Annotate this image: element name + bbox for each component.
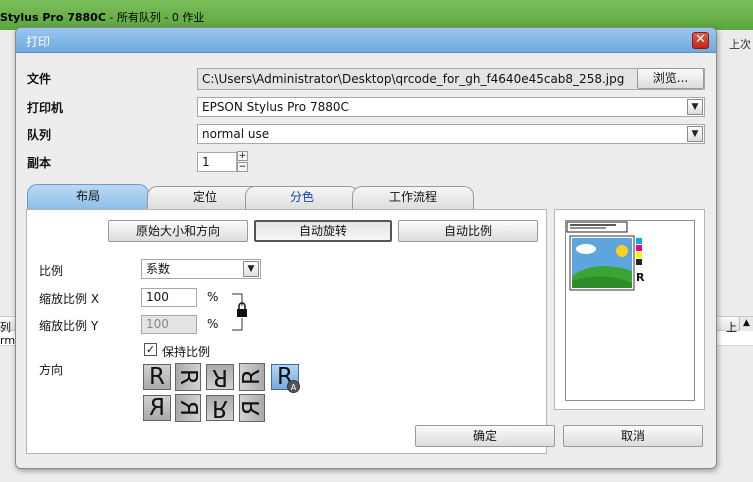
copies-increment[interactable]: + xyxy=(237,151,248,161)
scale-y-label: 缩放比例 Y xyxy=(39,319,99,333)
scale-label: 比例 xyxy=(39,264,64,278)
print-dialog: 打印 ✕ 文件 C:\Users\Administrator\Desktop\q… xyxy=(15,27,717,469)
file-label: 文件 xyxy=(27,72,52,86)
auto-rotate-button[interactable]: 自动旋转 xyxy=(254,220,392,242)
orientation-mirror-rot270-icon[interactable]: R xyxy=(239,394,265,422)
app-last-label: 上次 xyxy=(729,38,751,51)
keep-ratio-label: 保持比例 xyxy=(162,345,211,359)
preview-sheet: R xyxy=(565,220,695,401)
tab-workflow[interactable]: 工作流程 xyxy=(352,186,474,210)
close-icon[interactable]: ✕ xyxy=(692,32,709,49)
link-lock-icon[interactable] xyxy=(230,292,250,332)
file-path-field[interactable]: C:\Users\Administrator\Desktop\qrcode_fo… xyxy=(197,68,705,90)
dialog-titlebar: 打印 ✕ xyxy=(16,28,716,53)
orientation-normal-icon[interactable]: R xyxy=(143,364,171,390)
chevron-down-icon[interactable]: ▼ xyxy=(243,261,259,277)
tab-color-separation[interactable]: 分色 xyxy=(245,186,359,210)
tab-layout[interactable]: 布局 xyxy=(27,184,149,210)
file-path-value: C:\Users\Administrator\Desktop\qrcode_fo… xyxy=(202,72,625,86)
queue-value: normal use xyxy=(202,127,270,141)
scale-y-percent: % xyxy=(207,317,219,331)
preview-r-mark: R xyxy=(636,271,645,284)
dialog-title: 打印 xyxy=(26,35,51,49)
browse-button[interactable]: 浏览... xyxy=(637,68,704,89)
scale-x-label: 缩放比例 X xyxy=(39,292,100,306)
copies-label: 副本 xyxy=(27,156,52,170)
orientation-mirror-icon[interactable]: R xyxy=(143,395,171,421)
orientation-rot180-icon[interactable]: R xyxy=(206,364,234,390)
layout-panel: 原始大小和方向 自动旋转 自动比例 比例 系数 ▼ 缩放比例 X 100 % 缩… xyxy=(26,209,547,454)
scale-select[interactable]: 系数 ▼ xyxy=(141,259,261,279)
app-title: Stylus Pro 7880C - 所有队列 - 0 作业 xyxy=(0,11,205,24)
orientation-mirror-rot90-icon[interactable]: R xyxy=(175,394,201,422)
auto-scale-button[interactable]: 自动比例 xyxy=(398,220,538,242)
copies-input[interactable]: 1 xyxy=(197,152,237,172)
printer-label: 打印机 xyxy=(27,101,64,115)
scale-y-input[interactable]: 100 xyxy=(141,315,197,334)
ok-button[interactable]: 确定 xyxy=(415,425,555,447)
orientation-rot270-icon[interactable]: R xyxy=(239,363,265,391)
printer-select[interactable]: EPSON Stylus Pro 7880C ▼ xyxy=(197,97,705,117)
queue-label: 队列 xyxy=(27,128,52,142)
scroll-up-icon[interactable]: ▲ xyxy=(739,317,753,331)
printer-value: EPSON Stylus Pro 7880C xyxy=(202,100,349,114)
scale-x-value: 100 xyxy=(146,290,169,304)
copies-decrement[interactable]: − xyxy=(237,162,248,172)
original-size-button[interactable]: 原始大小和方向 xyxy=(108,220,248,242)
orientation-rot90-icon[interactable]: R xyxy=(175,363,201,391)
keep-ratio-checkbox[interactable]: ✓ xyxy=(144,343,157,356)
scale-value: 系数 xyxy=(146,262,171,276)
app-title-bar: Stylus Pro 7880C - 所有队列 - 0 作业 xyxy=(0,0,753,30)
chevron-down-icon[interactable]: ▼ xyxy=(687,126,703,142)
chevron-down-icon[interactable]: ▼ xyxy=(687,99,703,115)
queue-select[interactable]: normal use ▼ xyxy=(197,124,705,144)
scale-y-value: 100 xyxy=(146,317,169,331)
auto-badge-icon: A xyxy=(287,380,300,393)
scale-x-percent: % xyxy=(207,290,219,304)
job-list-col-label: 列 xyxy=(0,321,11,334)
orientation-mirror-rot180-icon[interactable]: R xyxy=(206,395,234,421)
copies-value: 1 xyxy=(202,155,210,169)
orientation-label: 方向 xyxy=(39,363,64,377)
print-preview: R xyxy=(554,209,705,410)
scale-x-input[interactable]: 100 xyxy=(141,288,197,307)
job-list-col-right: 上 xyxy=(726,321,737,334)
cancel-button[interactable]: 取消 xyxy=(563,425,703,447)
